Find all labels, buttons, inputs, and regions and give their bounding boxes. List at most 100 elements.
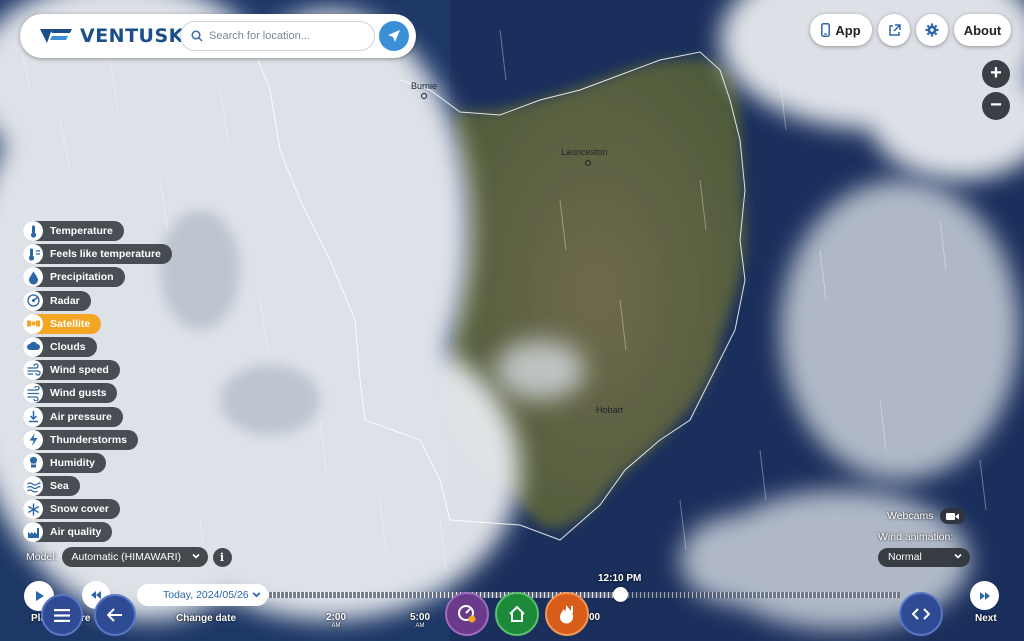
settings-button[interactable] (916, 14, 948, 46)
wind-animation-label: Wind animation: (878, 531, 954, 543)
webcams-label: Webcams (887, 510, 934, 522)
layer-item-label: Humidity (50, 456, 95, 469)
current-time-label: 12:10 PM (598, 573, 642, 584)
model-info-button[interactable]: i (212, 547, 232, 567)
pressure-icon (23, 406, 43, 427)
city-label-hobart[interactable]: Hobart (596, 405, 623, 415)
chevron-down-icon (954, 553, 962, 559)
layer-item-label: Thunderstorms (50, 433, 128, 446)
layer-item-radar[interactable]: Radar (23, 290, 91, 311)
layer-item-snow-cover[interactable]: Snow cover (23, 499, 120, 520)
menu-button[interactable] (41, 594, 83, 636)
weather-app-button[interactable] (445, 592, 489, 636)
thermometer-icon (23, 221, 43, 241)
model-select[interactable]: Automatic (HIMAWARI) (61, 547, 208, 567)
webcams-toggle[interactable]: Webcams (887, 508, 966, 524)
app-button-label: App (835, 22, 861, 38)
layer-item-humidity[interactable]: Humidity (23, 452, 106, 473)
snowflake-icon (23, 499, 43, 520)
layer-item-label: Radar (50, 294, 80, 307)
wind-gust-icon (23, 383, 43, 404)
app-button[interactable]: App (810, 14, 872, 46)
waves-icon (23, 476, 43, 497)
locate-me-button[interactable] (379, 21, 409, 51)
ventusky-logo-icon[interactable] (38, 25, 74, 47)
layer-item-label: Clouds (50, 340, 86, 353)
embed-code-button[interactable] (899, 592, 943, 636)
radar-icon (23, 290, 43, 311)
play-icon (36, 591, 44, 601)
layer-item-feels-like-temperature[interactable]: Feels like temperature (23, 244, 172, 265)
layer-item-label: Wind speed (50, 364, 109, 377)
next-label: Next (975, 613, 997, 624)
code-brackets-icon (912, 608, 930, 620)
city-marker-launceston[interactable] (585, 160, 591, 166)
external-link-icon (888, 23, 901, 36)
layer-item-label: Snow cover (50, 503, 109, 516)
city-marker-burnie[interactable] (421, 93, 427, 99)
layer-item-sea[interactable]: Sea (23, 476, 80, 497)
model-label: Model: (26, 551, 58, 563)
date-value: Today, 2024/05/26 (163, 589, 249, 601)
home-button[interactable] (495, 592, 539, 636)
factory-icon (23, 522, 43, 543)
top-right-toolbar: App About (810, 14, 1011, 46)
layer-item-thunderstorms[interactable]: Thunderstorms (23, 429, 139, 450)
humidity-icon (23, 452, 43, 473)
timeline-tick[interactable]: 2:00 AM (326, 612, 346, 629)
fire-alert-button[interactable] (545, 592, 589, 636)
date-picker-button[interactable]: Today, 2024/05/26 (137, 584, 268, 606)
city-label-burnie[interactable]: Burnie (411, 81, 437, 91)
chevron-down-icon (191, 553, 200, 559)
layer-item-label: Air pressure (50, 410, 112, 423)
arrow-left-icon (107, 608, 122, 622)
next-button[interactable] (970, 581, 999, 610)
search-box[interactable] (180, 21, 375, 51)
hamburger-icon (54, 608, 70, 622)
wind-animation-value: Normal (888, 551, 922, 563)
timeline-tick[interactable]: 00 (589, 612, 600, 623)
layer-item-satellite[interactable]: Satellite (23, 313, 102, 334)
search-icon (191, 30, 203, 42)
layer-item-label: Temperature (50, 225, 113, 237)
layer-item-precipitation[interactable]: Precipitation (23, 267, 125, 288)
timeline-handle[interactable] (613, 587, 628, 602)
location-arrow-icon (388, 30, 400, 42)
home-icon (509, 605, 525, 622)
search-input[interactable] (209, 30, 359, 42)
layer-item-air-quality[interactable]: Air quality (23, 522, 113, 543)
header-bar: VENTUSKY (20, 14, 416, 58)
back-button[interactable] (94, 594, 136, 636)
layer-item-label: Precipitation (50, 271, 114, 284)
city-label-launceston[interactable]: Launceston (561, 147, 608, 157)
layer-item-clouds[interactable]: Clouds (23, 336, 97, 357)
layer-menu: Temperature Feels like temperature Precipi… (23, 221, 172, 546)
model-select-value: Automatic (HIMAWARI) (71, 551, 181, 563)
layer-item-temperature[interactable]: Temperature (23, 221, 124, 241)
wind-animation-select[interactable]: Normal (878, 548, 970, 567)
smartphone-icon (821, 23, 831, 37)
layer-item-label: Air quality (50, 526, 102, 539)
model-row: Model: Automatic (HIMAWARI) i (26, 547, 232, 567)
layer-item-label: Wind gusts (50, 387, 107, 400)
layer-item-air-pressure[interactable]: Air pressure (23, 406, 123, 427)
layer-item-label: Feels like temperature (50, 248, 161, 261)
lightning-icon (23, 429, 43, 450)
layer-item-label: Sea (50, 480, 69, 493)
camera-icon (939, 508, 966, 524)
chevron-down-icon (252, 592, 261, 598)
gauge-gear-icon (458, 605, 476, 623)
layer-item-wind-speed[interactable]: Wind speed (23, 360, 120, 381)
zoom-out-button[interactable]: − (982, 92, 1010, 120)
layer-item-wind-gusts[interactable]: Wind gusts (23, 383, 118, 404)
feels-like-icon (23, 244, 43, 265)
change-date-label: Change date (176, 613, 237, 624)
gear-icon (925, 23, 939, 37)
about-button[interactable]: About (954, 14, 1011, 46)
zoom-in-button[interactable]: + (982, 60, 1010, 88)
timeline-tick[interactable]: 5:00 AM (410, 612, 430, 629)
raindrop-icon (23, 267, 43, 288)
fire-icon (560, 605, 573, 624)
fast-forward-icon (979, 591, 990, 600)
share-button[interactable] (878, 14, 910, 46)
